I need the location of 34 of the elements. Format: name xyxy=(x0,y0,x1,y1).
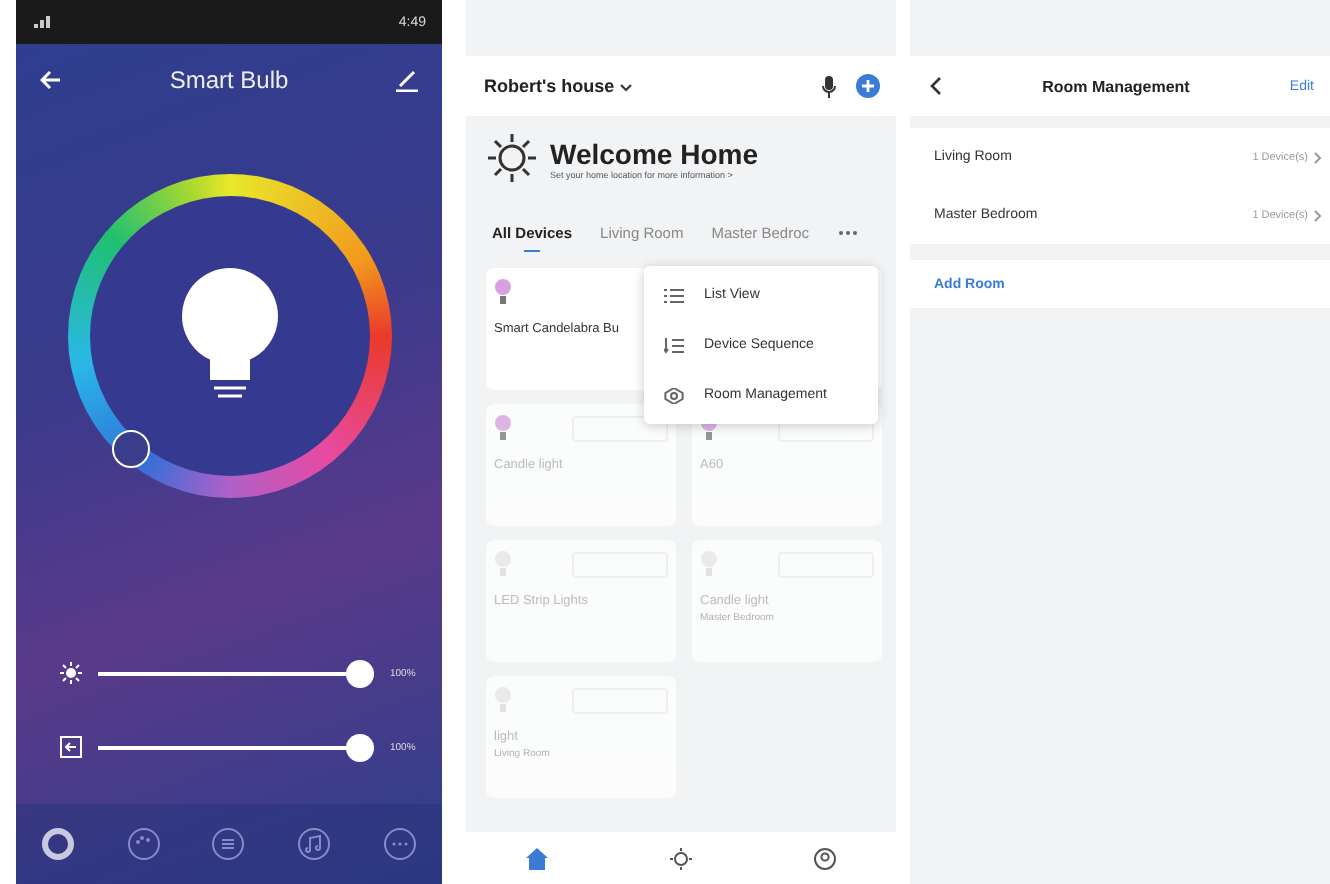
palette-icon[interactable] xyxy=(127,828,160,860)
more-icon[interactable] xyxy=(837,230,857,236)
more-icon[interactable] xyxy=(383,828,416,860)
music-icon[interactable] xyxy=(298,828,331,860)
sun-icon xyxy=(486,132,538,184)
temperature-icon xyxy=(60,736,82,758)
screen-title: Room Management xyxy=(1042,77,1190,95)
bulb-icon xyxy=(494,278,512,306)
wheel-thumb[interactable] xyxy=(111,430,149,468)
bulb-icon xyxy=(494,550,512,578)
home-selector[interactable]: Robert's house xyxy=(484,76,633,96)
sun-icon xyxy=(60,662,82,684)
back-chevron-icon[interactable] xyxy=(930,76,942,96)
list-icon[interactable] xyxy=(212,828,245,860)
bulb-icon xyxy=(700,550,718,578)
chevron-icon xyxy=(1314,209,1322,221)
back-arrow-icon[interactable] xyxy=(40,70,62,90)
bulb-icon xyxy=(494,686,512,714)
add-icon[interactable] xyxy=(856,74,880,98)
me-icon[interactable] xyxy=(813,847,836,869)
gear-icon xyxy=(664,387,684,403)
ring-icon[interactable] xyxy=(42,828,75,860)
chevron-icon xyxy=(1314,151,1322,163)
bulb-icon xyxy=(494,414,512,442)
scene-icon[interactable] xyxy=(669,847,692,869)
bulb-icon xyxy=(179,268,279,404)
welcome-title: Welcome Home xyxy=(550,137,758,169)
home-icon[interactable] xyxy=(526,847,549,869)
chevron-down-icon xyxy=(620,84,633,92)
sequence-icon xyxy=(664,337,684,353)
pencil-icon[interactable] xyxy=(395,69,418,91)
screen-title: Smart Bulb xyxy=(169,66,289,94)
microphone-icon[interactable] xyxy=(822,75,836,97)
list-icon xyxy=(664,287,684,303)
